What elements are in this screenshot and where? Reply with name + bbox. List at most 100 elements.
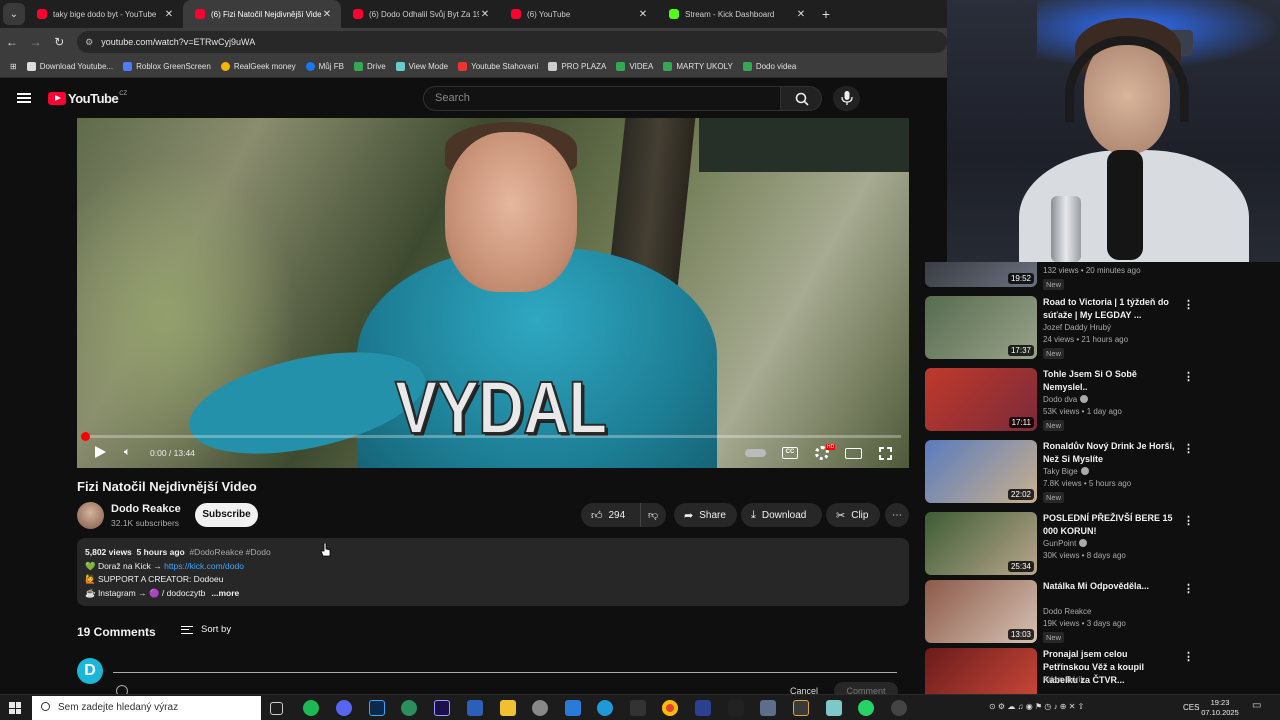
windows-start-icon[interactable] xyxy=(9,702,21,714)
recommendation-item[interactable]: 17:11 Tohle Jsem Si O Sobě Nemyslel.. Dodo… xyxy=(925,368,1195,432)
app-icon[interactable] xyxy=(793,700,809,716)
recommendation-item[interactable]: 25:34 POSLEDNÍ PŘEŽIVŠÍ BERE 15 000 KORUN… xyxy=(925,512,1195,576)
more-options-icon[interactable]: ⋮ xyxy=(1183,650,1194,663)
app-icon[interactable] xyxy=(695,700,711,716)
recommendation-item[interactable]: 13:03 Natálka Mi Odpověděla... Dodo Reakce… xyxy=(925,580,1195,644)
comment-input[interactable] xyxy=(113,672,897,673)
bookmark[interactable]: VIDEA xyxy=(616,62,653,71)
recommendation-title[interactable]: Ronaldův Nový Drink Je Horší, Než Si Mys… xyxy=(1043,440,1175,466)
recommendation-channel[interactable]: Dodo Reakce xyxy=(1043,607,1091,616)
whatsapp-icon[interactable] xyxy=(858,700,874,716)
channel-avatar[interactable] xyxy=(77,502,104,529)
video-thumbnail[interactable]: 25:34 xyxy=(925,512,1037,575)
more-actions-button[interactable]: ⋯ xyxy=(885,503,909,527)
subtitles-button[interactable]: CC xyxy=(782,447,798,459)
subscribe-button[interactable]: Subscribe xyxy=(195,503,258,527)
bookmark[interactable]: PRO PLAZA xyxy=(548,62,606,71)
recommendation-channel[interactable]: Jozef Daddy Hrubý xyxy=(1043,323,1111,332)
system-clock[interactable]: 19:23 07.10.2025 xyxy=(1196,698,1244,718)
youtube-logo[interactable]: YouTube CZ xyxy=(48,91,127,106)
bookmark[interactable]: View Mode xyxy=(395,62,448,71)
dislike-button[interactable]: 👎︎ xyxy=(640,503,666,527)
browser-tab[interactable]: Stream - Kick Dashboard ✕ xyxy=(657,0,815,28)
app-icon[interactable] xyxy=(565,700,581,716)
photoshop-icon[interactable] xyxy=(369,700,385,716)
video-thumbnail[interactable]: 19:52 xyxy=(925,262,1037,287)
close-icon[interactable]: ✕ xyxy=(637,9,649,20)
scrubber-handle[interactable] xyxy=(81,432,90,441)
show-more-link[interactable]: ...more xyxy=(211,588,239,598)
system-tray-icons[interactable]: ⊙ ⚙ ☁ ♫ ◉ ⚑ ◷ ♪ ⊕ ✕ ⇧ xyxy=(989,702,1084,711)
video-player[interactable]: VYDAL 🔈︎ 0:00 / 13:44 CC HD xyxy=(77,118,909,468)
kick-link[interactable]: https://kick.com/dodo xyxy=(164,561,244,571)
recommendation-title[interactable]: POSLEDNÍ PŘEŽIVŠÍ BERE 15 000 KORUN! xyxy=(1043,512,1175,538)
browser-tab[interactable]: (6) YouTube ✕ xyxy=(499,0,657,28)
bookmark[interactable]: Dodo videa xyxy=(742,62,796,71)
discord-icon[interactable] xyxy=(336,700,352,716)
taskbar-search-input[interactable]: Sem zadejte hledaný výraz xyxy=(32,696,261,720)
video-progress-bar[interactable] xyxy=(85,435,901,438)
sort-by-button[interactable]: Sort by xyxy=(181,624,231,635)
premiere-pro-icon[interactable] xyxy=(434,700,450,716)
video-thumbnail[interactable]: 13:03 xyxy=(925,580,1037,643)
fullscreen-icon[interactable] xyxy=(879,447,892,460)
more-options-icon[interactable]: ⋮ xyxy=(1183,442,1194,455)
tab-search-button[interactable]: ⌄ xyxy=(3,3,25,25)
forward-arrow-icon[interactable]: → xyxy=(24,35,48,49)
notification-icon[interactable]: ▭ xyxy=(1252,700,1261,711)
app-icon[interactable] xyxy=(401,700,417,716)
download-button[interactable]: ⤓ Download xyxy=(741,503,822,527)
clip-button[interactable]: ✂ Clip xyxy=(826,503,880,527)
instagram-handle[interactable]: 🟣 / dodoczytb xyxy=(149,588,205,598)
video-thumbnail[interactable]: 22:02 xyxy=(925,440,1037,503)
app-icon[interactable] xyxy=(728,700,744,716)
app-icon[interactable] xyxy=(891,700,907,716)
search-button[interactable] xyxy=(781,86,822,111)
bookmark[interactable]: Drive xyxy=(353,62,386,71)
channel-name[interactable]: Dodo Reakce xyxy=(111,503,181,515)
voice-search-button[interactable] xyxy=(833,86,860,111)
task-view-icon[interactable] xyxy=(270,702,283,715)
video-thumbnail[interactable]: 17:37 xyxy=(925,296,1037,359)
bookmark[interactable]: Můj FB xyxy=(305,62,344,71)
app-icon[interactable] xyxy=(532,700,548,716)
bookmark[interactable]: RealGeek money xyxy=(220,62,296,71)
more-options-icon[interactable]: ⋮ xyxy=(1183,370,1194,383)
calculator-icon[interactable] xyxy=(760,700,776,716)
close-icon[interactable]: ✕ xyxy=(163,9,175,20)
recommendation-item[interactable]: 17:37 Road to Victoria | 1 týždeň do súťa… xyxy=(925,296,1195,360)
recommendation-channel[interactable]: Taky Bige xyxy=(1043,467,1089,476)
back-arrow-icon[interactable]: ← xyxy=(0,35,24,49)
reload-icon[interactable]: ↻ xyxy=(47,35,71,49)
play-icon[interactable] xyxy=(95,446,106,458)
share-button[interactable]: ➦ Share xyxy=(674,503,737,527)
bookmark[interactable]: Youtube Stahovaní xyxy=(458,62,538,71)
edge-icon[interactable] xyxy=(597,700,613,716)
more-options-icon[interactable]: ⋮ xyxy=(1183,298,1194,311)
video-thumbnail[interactable]: 17:11 xyxy=(925,368,1037,431)
recommendation-channel[interactable]: Adam Bórik xyxy=(1043,675,1084,684)
recommendation-channel[interactable]: Dodo dva xyxy=(1043,395,1089,404)
recommendation-title[interactable]: Tohle Jsem Si O Sobě Nemyslel.. xyxy=(1043,368,1175,394)
microsoft-store-icon[interactable] xyxy=(467,700,483,716)
volume-icon[interactable]: 🔈︎ xyxy=(124,446,131,460)
user-avatar[interactable]: D xyxy=(77,658,103,684)
browser-tab-active[interactable]: (6) Fizi Natočil Nejdivnější Video ✕ xyxy=(183,0,341,28)
hashtags[interactable]: #DodoReakce #Dodo xyxy=(189,547,270,557)
browser-tab[interactable]: taky bige dodo byt - YouTube ✕ xyxy=(25,0,183,28)
epic-games-icon[interactable] xyxy=(630,700,646,716)
theater-mode-icon[interactable] xyxy=(845,448,862,459)
bookmark[interactable]: Roblox GreenScreen xyxy=(123,62,211,71)
more-options-icon[interactable]: ⋮ xyxy=(1183,582,1194,595)
app-icon[interactable] xyxy=(826,700,842,716)
recommendation-title[interactable]: Road to Victoria | 1 týždeň do súťaže | … xyxy=(1043,296,1175,322)
menu-icon[interactable] xyxy=(17,93,31,103)
file-explorer-icon[interactable] xyxy=(500,700,516,716)
recommendation-item[interactable]: 22:02 Ronaldův Nový Drink Je Horší, Než S… xyxy=(925,440,1195,504)
apps-grid-icon[interactable]: ⊞ xyxy=(10,62,17,71)
close-icon[interactable]: ✕ xyxy=(795,9,807,20)
bookmark[interactable]: MARTY UKOLY xyxy=(663,62,733,71)
chrome-icon[interactable] xyxy=(662,700,678,716)
description-box[interactable]: 5,802 views 5 hours ago #DodoReakce #Dod… xyxy=(77,538,909,606)
spotify-icon[interactable] xyxy=(303,700,319,716)
